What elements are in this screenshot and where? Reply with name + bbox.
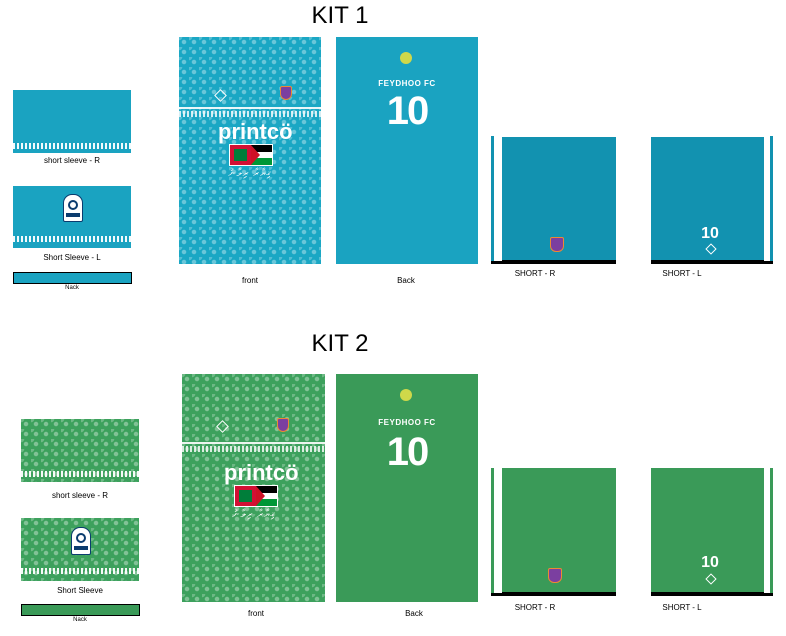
kit-1-title: KIT 1 [311,2,369,29]
kit-1-sleeve-right-caption: short sleeve - R [43,156,101,165]
league-logo-icon [400,52,412,64]
kit-1-back-shirt: FEYDHOO FC 10 [336,37,478,264]
kit-2-sleeve-left-caption: Short Sleeve [57,586,103,595]
kit-2-neck [21,604,140,616]
kit-1-short-left-bottom [651,261,773,264]
kit-2-short-left-caption: SHORT - L [662,603,702,612]
kit-1-short-right [502,137,616,264]
kit-2-short-right-caption: SHORT - R [514,603,556,612]
kit-1-back-caption: Back [397,276,415,285]
kit-1-short-right-edge [491,136,494,264]
kit-2-short-left-bottom [651,593,773,596]
club-crest-icon [548,568,562,583]
kit-2-title: KIT 2 [311,330,369,357]
kit-2-back-shirt: FEYDHOO FC 10 [336,374,478,602]
kit-2-front-caption: front [247,609,264,618]
kit-2-short-right [502,468,616,596]
club-crest-icon [550,237,564,252]
maldives-palestine-flag-icon [229,144,273,166]
maldives-palestine-flag-icon [234,485,278,507]
kit-1-sleeve-right [13,90,131,153]
diamond-logo-icon [214,89,227,102]
kit-1-neck-caption: Nack [65,285,79,291]
kit-1-short-left-caption: SHORT - L [662,269,702,278]
diamond-logo-icon [705,573,717,585]
kit-2-club-name: FEYDHOO FC [378,418,436,427]
club-crest-icon [280,86,292,100]
kit-1-thaana-text: ޤިޔާރާ ރިލާނު [228,168,272,179]
kit-2-short-left: 10 [651,468,764,596]
kit-1-front-caption: front [241,276,258,285]
diamond-logo-icon [216,420,229,433]
kit-2-sponsor: printcö [224,460,299,485]
kit-2-short-number: 10 [701,554,719,571]
futsal-badge-icon [63,194,83,222]
kit-1-sleeve-left-caption: Short Sleeve - L [43,253,101,262]
kit-1-short-left-edge [770,136,773,264]
futsal-badge-icon [71,527,91,555]
kit-1-neck [13,272,132,284]
kit-2-neck-caption: Nack [73,617,87,623]
kit-1-sponsor: printcö [218,119,293,144]
kit-2-sleeve-left [21,518,139,581]
league-logo-icon [400,389,412,401]
kit-2-sleeve-right-caption: short sleeve - R [51,491,109,500]
kit-2-back-caption: Back [405,609,423,618]
kit-2-sleeve-right [21,419,139,482]
kit-2-short-left-edge [770,468,773,596]
kit-1-sleeve-left [13,186,131,248]
kit-1-back-number: 10 [386,89,430,133]
kit-2-short-right-bottom [491,593,616,596]
kit-2-front-shirt: printcö ޤިޔާރާ ރިލާނު [182,374,325,602]
diamond-logo-icon [705,243,717,255]
kit-1-club-name: FEYDHOO FC [378,79,436,88]
kit-1-short-right-bottom [491,261,616,264]
kit-1-short-left: 10 [651,137,764,264]
kit-2-thaana-text: ޤިޔާރާ ރިލާނު [232,509,276,520]
kit-1-short-number: 10 [701,225,719,242]
kit-2-short-right-edge [491,468,494,596]
kit-1-front-shirt: printcö ޤިޔާރާ ރިލާނު [179,37,321,264]
kit-2-back-number: 10 [386,430,430,474]
club-crest-icon [277,418,289,432]
kit-1-short-right-caption: SHORT - R [514,269,556,278]
